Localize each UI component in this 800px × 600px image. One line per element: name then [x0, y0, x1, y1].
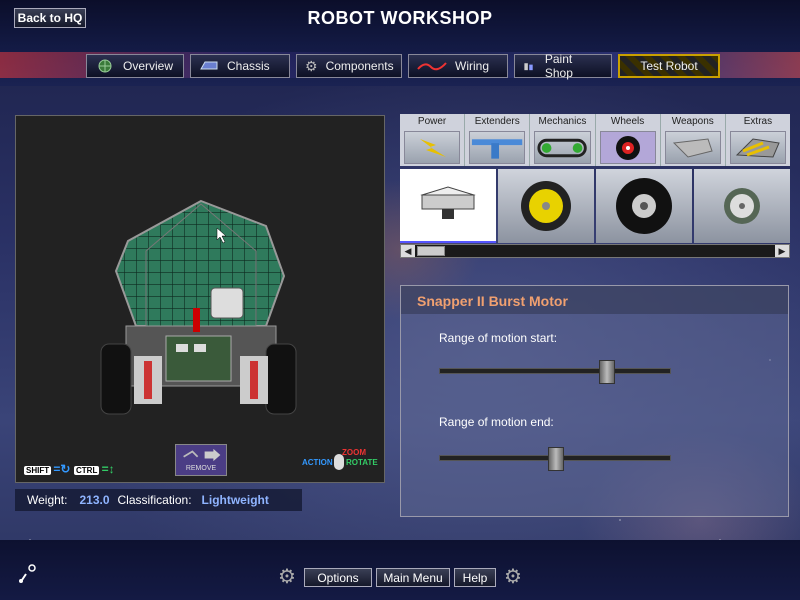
- tab-test-robot[interactable]: Test Robot: [618, 54, 720, 78]
- tab-label: Test Robot: [640, 59, 698, 73]
- category-label: Extras: [743, 116, 773, 127]
- yellow-wheel-icon: [521, 181, 571, 231]
- shift-rotate-hint: SHIFT =↻: [24, 462, 70, 476]
- category-label: Wheels: [610, 116, 645, 127]
- range-start-label: Range of motion start:: [439, 331, 558, 345]
- mouse-cursor-icon: [19, 564, 36, 583]
- weight-label: Weight:: [27, 493, 68, 507]
- scroll-left-arrow-icon[interactable]: ◀: [401, 245, 415, 257]
- page-title: ROBOT WORKSHOP: [307, 8, 493, 28]
- classification-value: Lightweight: [201, 493, 269, 507]
- left-gear-icon: ⚙: [278, 566, 296, 588]
- right-gear-icon: ⚙: [504, 566, 522, 588]
- tab-label: Paint Shop: [544, 52, 573, 80]
- category-power[interactable]: Power: [400, 114, 466, 166]
- tab-label: Components: [325, 59, 394, 73]
- range-end-label: Range of motion end:: [439, 415, 554, 429]
- part-items: [400, 169, 790, 243]
- plow-icon: [735, 137, 780, 158]
- category-mechanics[interactable]: Mechanics: [530, 114, 596, 166]
- weight-status-bar: Weight: 213.0 Classification: Lightweigh…: [15, 489, 302, 511]
- category-label: Weapons: [671, 116, 714, 127]
- tab-label: Wiring: [455, 59, 490, 73]
- remove-button[interactable]: REMOVE: [175, 444, 227, 476]
- ctrl-move-hint: CTRL =↕: [74, 462, 115, 476]
- workshop-tabs: Overview Chassis ⚙ Components Wiring Pai…: [86, 52, 720, 80]
- classification-label: Classification:: [117, 493, 192, 507]
- small-wheel-icon: [724, 188, 760, 224]
- part-name: Snapper II Burst Motor: [417, 293, 568, 309]
- range-end-slider[interactable]: [439, 447, 671, 471]
- mouse-controls-hint: ZOOM ACTION ROTATE: [302, 446, 382, 476]
- rotate-label: ROTATE: [346, 458, 378, 467]
- category-label: Power: [417, 116, 447, 127]
- range-start-slider[interactable]: [439, 360, 671, 384]
- item-tire-wheel[interactable]: [596, 169, 692, 243]
- part-categories: Power Extenders Mechanics Wheels Weapons…: [400, 114, 790, 166]
- part-detail-panel: Snapper II Burst Motor Range of motion s…: [400, 285, 789, 517]
- category-weapons[interactable]: Weapons: [661, 114, 726, 166]
- lightning-icon: [420, 138, 447, 157]
- rotate-arrow-icon: =↻: [53, 462, 71, 476]
- category-wheels[interactable]: Wheels: [596, 114, 661, 166]
- gear-icon: ⚙: [305, 58, 318, 74]
- scroll-right-arrow-icon[interactable]: ▶: [775, 245, 789, 257]
- tab-components[interactable]: ⚙ Components: [296, 54, 402, 78]
- action-label: ACTION: [302, 458, 333, 467]
- ctrl-key-label: CTRL: [74, 466, 100, 475]
- vertical-arrow-icon: =↕: [101, 462, 115, 476]
- tab-chassis[interactable]: Chassis: [190, 54, 290, 78]
- tab-label: Overview: [123, 59, 174, 73]
- paint-icon: [524, 63, 533, 71]
- wheel-icon: [615, 135, 640, 160]
- scroll-thumb[interactable]: [417, 246, 445, 256]
- robot-viewport[interactable]: SHIFT =↻ CTRL =↕ REMOVE ZOOM ACTION ROTA…: [15, 115, 385, 483]
- shift-key-label: SHIFT: [24, 466, 52, 475]
- tire-wheel-icon: [616, 178, 672, 234]
- mouse-icon: [334, 454, 344, 470]
- tab-paint-shop[interactable]: Paint Shop: [514, 52, 612, 80]
- help-button[interactable]: Help: [454, 568, 496, 587]
- item-burst-motor[interactable]: [400, 169, 496, 243]
- item-small-wheel[interactable]: [694, 169, 790, 243]
- remove-label: REMOVE: [185, 465, 217, 472]
- range-start-knob[interactable]: [599, 360, 616, 384]
- remove-arrow-icon: [183, 448, 221, 462]
- category-extras[interactable]: Extras: [726, 114, 790, 166]
- tab-overview[interactable]: Overview: [86, 54, 184, 78]
- items-scrollbar[interactable]: ◀ ▶: [400, 244, 790, 258]
- main-menu-button[interactable]: Main Menu: [376, 568, 450, 587]
- motor-icon: [420, 186, 476, 219]
- wire-icon: [417, 62, 447, 71]
- wedge-icon: [672, 137, 713, 158]
- category-label: Mechanics: [538, 116, 587, 127]
- item-yellow-wheel[interactable]: [498, 169, 594, 243]
- chain-icon: [537, 138, 588, 157]
- tab-label: Chassis: [227, 59, 270, 73]
- tab-wiring[interactable]: Wiring: [408, 54, 508, 78]
- globe-icon: [98, 59, 112, 73]
- chassis-icon: [200, 61, 218, 70]
- range-end-knob[interactable]: [548, 447, 564, 471]
- weight-value: 213.0: [79, 493, 110, 507]
- robot-model: [100, 199, 297, 415]
- options-button[interactable]: Options: [304, 568, 372, 587]
- category-extenders[interactable]: Extenders: [465, 114, 531, 166]
- zoom-label: ZOOM: [342, 448, 366, 457]
- category-label: Extenders: [474, 116, 520, 127]
- t-bar-icon: [472, 138, 523, 159]
